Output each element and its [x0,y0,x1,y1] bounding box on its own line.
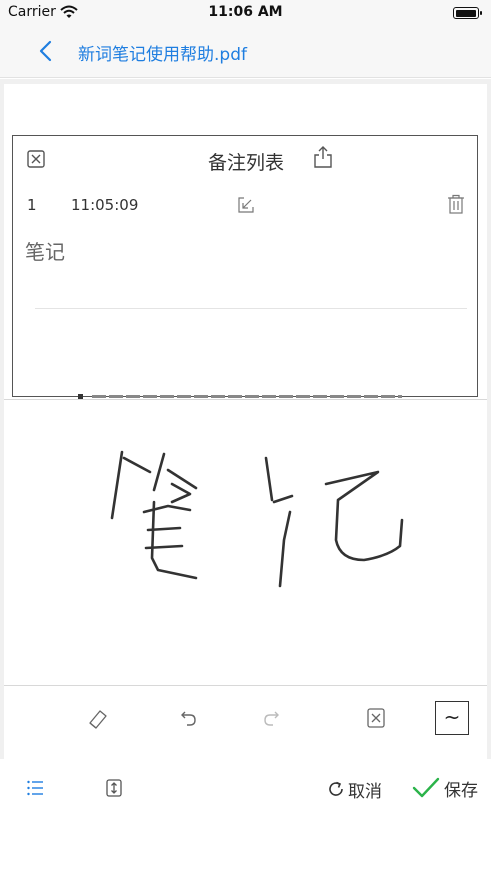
fit-page-button[interactable] [104,778,124,798]
handwriting-strokes [110,450,404,588]
checkmark-icon [412,777,440,798]
back-button[interactable] [34,38,60,64]
cancel-label: 取消 [348,781,382,802]
notes-list-panel: 备注列表 1 11:05:09 笔记 [12,135,478,397]
status-time: 11:06 AM [208,4,283,20]
stroke-style-button[interactable]: ~ [435,701,469,735]
arrow-down-left-icon [238,197,254,213]
undo-button[interactable] [176,706,200,730]
text-line [92,395,402,398]
save-label: 保存 [444,780,478,801]
drawing-toolbar: ~ [4,685,487,753]
note-time: 11:05:09 [71,196,139,214]
redo-button[interactable] [260,706,284,730]
share-button[interactable] [313,146,333,168]
chevron-left-icon [39,40,52,62]
share-icon [314,146,332,168]
note-index: 1 [27,196,37,214]
save-button[interactable]: 保存 [412,775,478,801]
document-title: 新词笔记使用帮助.pdf [78,45,247,65]
clear-canvas-button[interactable] [364,706,388,730]
eraser-button[interactable] [86,706,110,730]
note-list-button[interactable] [26,779,44,797]
trash-icon [448,194,464,214]
note-row[interactable]: 1 11:05:09 [13,192,479,222]
list-icon [27,780,43,796]
cancel-button[interactable]: 取消 [326,777,382,802]
jump-to-note-button[interactable] [237,196,255,214]
divider [35,308,467,309]
refresh-icon [329,781,343,796]
undo-icon [181,711,196,726]
handwriting-canvas[interactable] [4,399,487,684]
fit-height-icon [106,779,122,797]
battery-icon [453,7,482,19]
delete-note-button[interactable] [447,194,465,214]
bottom-bar: 取消 保存 [0,760,491,877]
battery-fill [455,9,476,17]
eraser-icon [89,710,107,729]
status-bar: Carrier 11:06 AM [0,0,491,26]
close-box-icon [367,708,385,728]
redo-icon [264,711,279,726]
navigation-bar: 新词笔记使用帮助.pdf [0,26,491,78]
note-text: 笔记 [25,240,65,264]
panel-title: 备注列表 [207,152,284,174]
